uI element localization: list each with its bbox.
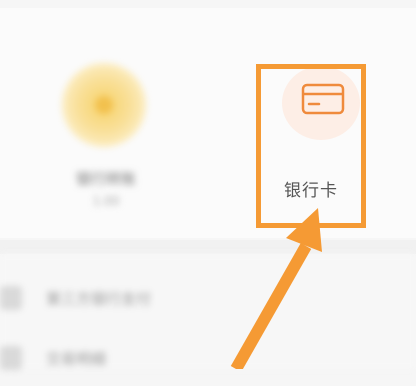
- pointer-arrow: [230, 208, 322, 369]
